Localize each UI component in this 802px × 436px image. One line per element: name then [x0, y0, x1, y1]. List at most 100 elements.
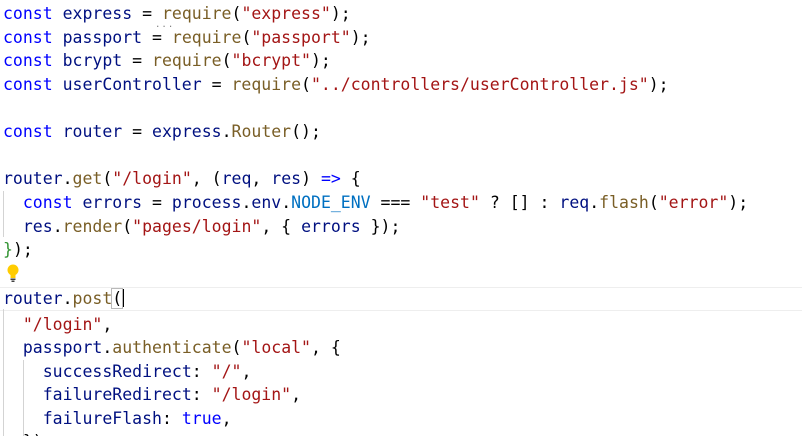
punctuation-token: , {: [261, 217, 302, 236]
punctuation-token: });: [360, 217, 401, 236]
property-token: failureRedirect: [42, 385, 192, 404]
punctuation-token: ): [301, 169, 321, 188]
function-token: post: [72, 289, 113, 308]
code-line-15[interactable]: passport.authenticate("local", {: [3, 336, 341, 360]
property-token: failureFlash: [42, 409, 162, 428]
keyword-token: const: [3, 122, 53, 141]
keyword-token: const: [3, 28, 53, 47]
operator-token: =: [142, 4, 153, 23]
punctuation-token: .: [102, 338, 113, 357]
string-token: "/login": [22, 315, 103, 334]
punctuation-token: .: [52, 217, 63, 236]
punctuation-token: , {: [311, 338, 341, 357]
code-line-11[interactable]: });: [3, 238, 33, 262]
punctuation-token: ,: [291, 385, 302, 404]
punctuation-token: .: [62, 289, 73, 308]
code-line-3[interactable]: const bcrypt = require("bcrypt");: [3, 49, 331, 73]
function-token: require: [171, 28, 242, 47]
identifier-token: express: [52, 4, 143, 23]
identifier-token: env: [251, 193, 282, 212]
code-line-14[interactable]: "/login",: [3, 313, 112, 337]
punctuation-token: (: [231, 4, 242, 23]
boolean-token: true: [181, 409, 222, 428]
function-token: authenticate: [112, 338, 232, 357]
punctuation-token: (: [648, 193, 659, 212]
punctuation-token: .: [281, 193, 292, 212]
property-token: successRedirect: [42, 362, 192, 381]
indent-token: [3, 362, 43, 381]
operator-token: ===: [370, 193, 421, 212]
keyword-token: const: [22, 193, 73, 212]
function-token: Router: [231, 122, 292, 141]
indent-token: [3, 432, 23, 436]
code-line-6[interactable]: const router = express.Router();: [3, 120, 321, 144]
identifier-token: passport: [22, 338, 103, 357]
operator-token: =: [132, 122, 143, 141]
code-line-1[interactable]: const express = require("express");: [3, 2, 351, 26]
code-line-4[interactable]: const userController = require("../contr…: [3, 73, 669, 97]
lightbulb-icon[interactable]: [6, 263, 20, 283]
code-line-19[interactable]: }),: [3, 430, 53, 436]
code-line-18[interactable]: failureFlash: true,: [3, 407, 232, 431]
identifier-token: process: [161, 193, 242, 212]
code-line-13[interactable]: router.post(: [3, 287, 125, 311]
code-line-2[interactable]: const passport = require("passport");: [3, 26, 371, 50]
constant-token: NODE_ENV: [291, 193, 371, 212]
operator-token: =: [152, 28, 162, 47]
punctuation-token: (: [301, 75, 311, 94]
identifier-token: userController: [52, 75, 212, 94]
matched-bracket: (: [111, 288, 124, 309]
punctuation-token: .: [241, 193, 252, 212]
code-editor[interactable]: ... const express = require("express"); …: [0, 0, 802, 436]
string-token: "error": [658, 193, 729, 212]
indent-token: [3, 409, 43, 428]
identifier-token: res: [22, 217, 53, 236]
indent-token: [3, 217, 23, 236]
punctuation-token: ,: [251, 169, 272, 188]
operator-token: =: [152, 193, 162, 212]
punctuation-token: ,: [221, 409, 232, 428]
identifier-token: express: [142, 122, 222, 141]
indent-token: [3, 315, 23, 334]
string-token: "/login": [112, 169, 192, 188]
arrow-token: =>: [320, 169, 341, 188]
function-token: require: [231, 75, 302, 94]
punctuation-token: );: [648, 75, 669, 94]
punctuation-token: );: [728, 193, 749, 212]
punctuation-token: (: [241, 28, 252, 47]
text-caret: [122, 289, 125, 307]
punctuation-token: ,: [241, 362, 252, 381]
function-token: flash: [599, 193, 649, 212]
string-token: "bcrypt": [231, 51, 311, 70]
code-line-8[interactable]: router.get("/login", (req, res) => {: [3, 167, 361, 191]
brace-token: }: [3, 240, 13, 259]
function-token: require: [161, 4, 232, 23]
identifier-token: req: [559, 193, 590, 212]
code-line-17[interactable]: failureRedirect: "/login",: [3, 383, 301, 407]
indent-token: [3, 385, 43, 404]
punctuation-token: );: [311, 51, 331, 70]
function-token: require: [152, 51, 222, 70]
code-line-9[interactable]: const errors = process.env.NODE_ENV === …: [3, 191, 748, 215]
identifier-token: router: [52, 122, 133, 141]
identifier-token: res: [271, 169, 302, 188]
punctuation-token: .: [221, 122, 232, 141]
identifier-token: bcrypt: [52, 51, 133, 70]
keyword-token: const: [3, 75, 53, 94]
indent-token: [3, 338, 23, 357]
code-line-16[interactable]: successRedirect: "/",: [3, 360, 252, 384]
identifier-token: errors: [72, 193, 153, 212]
keyword-token: const: [3, 51, 53, 70]
string-token: "/": [211, 362, 242, 381]
punctuation-token: (: [221, 51, 232, 70]
code-line-10[interactable]: res.render("pages/login", { errors });: [3, 215, 401, 239]
punctuation-token: :: [161, 409, 182, 428]
identifier-token: req: [221, 169, 252, 188]
keyword-token: const: [3, 4, 53, 23]
punctuation-token: (: [231, 338, 242, 357]
operator-token: =: [132, 51, 143, 70]
